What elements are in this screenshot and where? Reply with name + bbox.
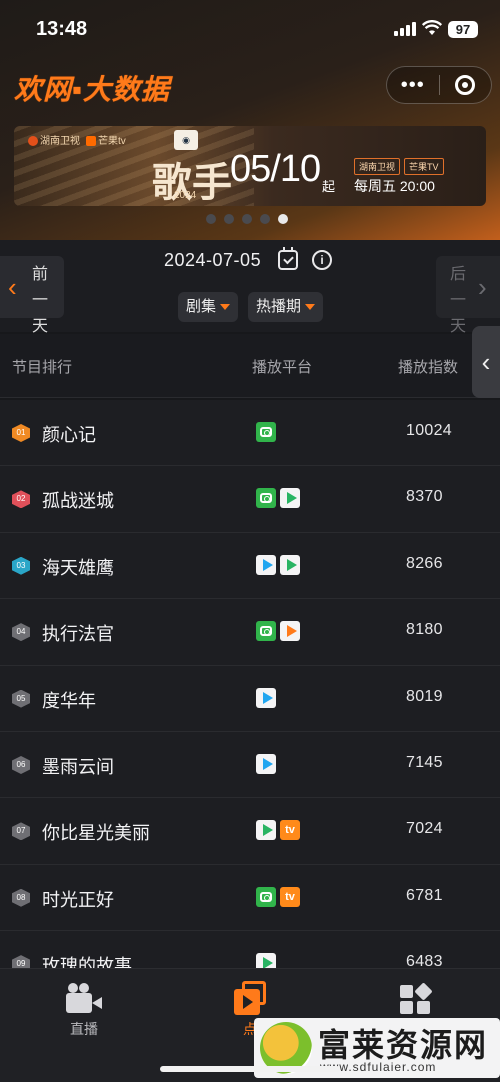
banner-schedule: 每周五 20:00 <box>354 178 435 194</box>
play-platform-icon <box>256 753 276 774</box>
tab-live[interactable]: 直播 <box>44 981 124 1039</box>
video-camera-icon <box>64 981 104 1015</box>
banner-brand: 湖南卫视 芒果tv <box>28 132 126 147</box>
play-index: 8019 <box>406 687 443 705</box>
play-platform-icon <box>280 554 300 575</box>
selected-date[interactable]: 2024-07-05 <box>164 250 261 271</box>
rank-badge: 03 <box>12 556 30 575</box>
clock: 13:48 <box>36 18 88 40</box>
banner-badge-icon: ◉ <box>174 130 198 150</box>
rank-badge: 08 <box>12 888 30 907</box>
table-row[interactable]: 06 墨雨云间 7145 <box>0 731 500 799</box>
tab-more[interactable] <box>376 981 456 1015</box>
rank-badge: 06 <box>12 755 30 774</box>
signal-icon <box>394 22 416 36</box>
rank-badge: 02 <box>12 490 30 509</box>
camera-platform-icon <box>256 621 276 642</box>
header-ranking: 节目排行 <box>12 359 73 376</box>
calendar-icon[interactable] <box>278 247 298 270</box>
mango-platform-icon: tv <box>280 886 300 907</box>
apps-grid-icon <box>396 981 436 1015</box>
banner-date: 05/10 <box>230 148 321 190</box>
wifi-icon <box>422 20 442 35</box>
rank-badge: 05 <box>12 689 30 708</box>
header-platform: 播放平台 <box>252 359 313 376</box>
caret-down-icon <box>305 304 316 311</box>
table-row[interactable]: 07 你比星光美丽 tv 7024 <box>0 798 500 865</box>
banner-year: 2024 <box>174 190 197 201</box>
rank-badge: 01 <box>12 424 30 442</box>
close-miniprogram-button[interactable] <box>439 75 491 95</box>
camera-platform-icon <box>256 422 276 442</box>
table-row[interactable]: 05 度华年 8019 <box>0 665 500 732</box>
next-day-button[interactable]: 后一天 › <box>436 256 500 335</box>
battery-indicator: 97 <box>448 21 478 38</box>
banner-start-label: 起 <box>322 179 336 194</box>
chevron-left-icon: ‹ <box>8 272 17 302</box>
app-logo: 欢网▪大数据 <box>14 74 170 105</box>
caret-down-icon <box>220 304 231 311</box>
header-index: 播放指数 <box>398 359 459 376</box>
date-navigation: ‹ 前一天 2024-07-05 i 剧集 热播期 后一天 › <box>0 240 500 335</box>
next-day-label: 后一天 <box>450 266 467 335</box>
program-name: 墨雨云间 <box>42 756 114 777</box>
play-platform-icon <box>280 621 300 642</box>
program-name: 时光正好 <box>42 889 114 910</box>
banner-tags: 湖南卫视 芒果TV <box>354 158 444 175</box>
play-index: 7145 <box>406 753 443 771</box>
previous-day-label: 前一天 <box>32 266 49 335</box>
table-row[interactable]: 03 海天雄鹰 8266 <box>0 532 500 600</box>
program-name: 度华年 <box>42 690 96 711</box>
table-header: 节目排行 播放平台 播放指数 <box>0 334 500 398</box>
play-index: 8266 <box>406 554 443 572</box>
rank-badge: 04 <box>12 623 30 642</box>
side-drawer-tab[interactable]: ‹ <box>472 326 500 398</box>
program-name: 你比星光美丽 <box>42 823 150 844</box>
home-indicator <box>160 1066 340 1072</box>
info-icon[interactable]: i <box>312 250 332 270</box>
carousel-indicator <box>206 214 288 224</box>
status-bar: 13:48 97 <box>0 0 500 60</box>
play-index: 8180 <box>406 621 443 639</box>
more-button[interactable]: ••• <box>387 67 439 103</box>
table-row[interactable]: 04 执行法官 8180 <box>0 599 500 666</box>
promo-banner[interactable]: 湖南卫视 芒果tv ◉ 歌手 2024 05/10 起 湖南卫视 芒果TV 每周五 … <box>14 126 486 206</box>
play-index: 8370 <box>406 488 443 506</box>
miniprogram-capsule: ••• <box>386 66 492 104</box>
play-platform-icon <box>256 820 276 841</box>
program-name: 海天雄鹰 <box>42 557 114 578</box>
camera-platform-icon <box>256 886 276 907</box>
program-name: 孤战迷城 <box>42 491 114 512</box>
play-index: 6781 <box>406 886 443 904</box>
play-index: 7024 <box>406 820 443 838</box>
play-platform-icon <box>256 687 276 708</box>
play-platform-icon <box>280 488 300 509</box>
previous-day-button[interactable]: ‹ 前一天 <box>0 256 64 335</box>
camera-platform-icon <box>256 488 276 509</box>
rank-badge: 07 <box>12 822 30 841</box>
program-name: 执行法官 <box>42 624 114 645</box>
play-platform-icon <box>256 554 276 575</box>
ranking-table: 01 颜心记 10024 02 孤战迷城 8370 03 海天雄鹰 8266 0… <box>0 400 500 998</box>
table-row[interactable]: 01 颜心记 10024 <box>0 400 500 467</box>
playlist-icon <box>230 981 270 1015</box>
target-icon <box>455 75 476 95</box>
category-filter[interactable]: 剧集 <box>178 292 239 322</box>
period-filter[interactable]: 热播期 <box>248 292 324 322</box>
play-index: 10024 <box>406 422 452 439</box>
mango-platform-icon: tv <box>280 820 300 841</box>
table-row[interactable]: 08 时光正好 tv 6781 <box>0 864 500 932</box>
tab-live-label: 直播 <box>70 1021 98 1037</box>
program-name: 颜心记 <box>42 425 96 445</box>
chevron-right-icon: › <box>478 272 487 302</box>
table-row[interactable]: 02 孤战迷城 8370 <box>0 466 500 533</box>
